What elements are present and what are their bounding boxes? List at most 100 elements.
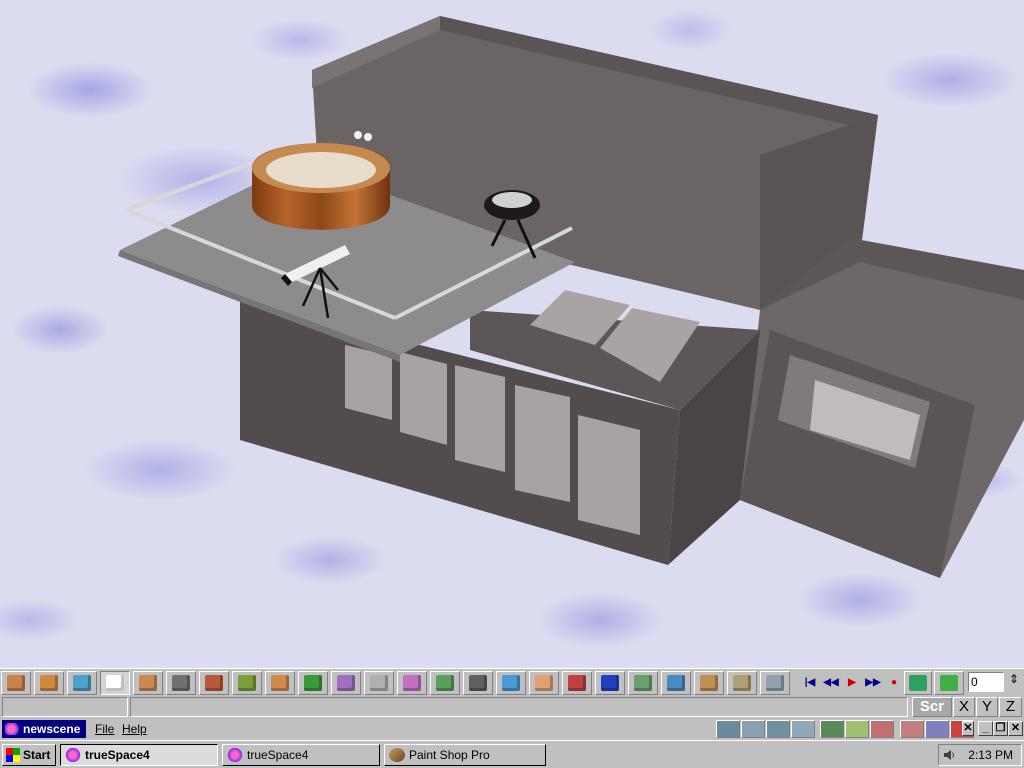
frame-number-input[interactable] <box>968 672 1004 692</box>
frame-spinner-icon[interactable]: ⇕ <box>1006 672 1022 692</box>
figure-icon <box>535 675 553 691</box>
cube-stack-button[interactable] <box>430 671 460 695</box>
scene-title: newscene <box>2 720 86 738</box>
spline-button[interactable] <box>364 671 394 695</box>
taskbar-item-truespace4-main[interactable]: trueSpace4 <box>60 744 218 766</box>
rewind-start-icon[interactable]: |◀ <box>800 673 820 693</box>
panel-b-icon[interactable] <box>925 720 949 738</box>
scene-button[interactable] <box>760 671 790 695</box>
loop-button[interactable] <box>934 671 964 695</box>
panel-a-icon[interactable] <box>900 720 924 738</box>
view-eye-icon[interactable] <box>716 720 740 738</box>
taskbar: Start trueSpace4 trueSpace4 Paint Shop P… <box>0 740 1024 768</box>
loop-icon <box>940 675 958 691</box>
close-x-icon[interactable]: ✕ <box>962 721 974 736</box>
grid-panel-icon <box>469 675 487 691</box>
play-icon[interactable]: ▶ <box>842 673 862 693</box>
view-render-icon[interactable] <box>870 720 894 738</box>
minimize-button[interactable]: _ <box>978 721 993 736</box>
scene-render <box>118 16 1024 578</box>
menu-file[interactable]: File <box>95 722 114 736</box>
restore-button[interactable]: ❐ <box>993 721 1008 736</box>
object-move-icon <box>139 675 157 691</box>
scene-name: newscene <box>23 722 81 736</box>
scr-axis-button[interactable]: Scr <box>912 697 952 717</box>
object-cube-button[interactable] <box>34 671 64 695</box>
paint-button[interactable] <box>67 671 97 695</box>
view-perspective-icon[interactable] <box>820 720 844 738</box>
paint-icon <box>73 675 91 691</box>
close-button[interactable]: ✕ <box>1008 721 1023 736</box>
rewind-icon[interactable]: ◀◀ <box>821 673 841 693</box>
fast-forward-icon[interactable]: ▶▶ <box>863 673 883 693</box>
key-frame-button[interactable] <box>904 671 932 695</box>
menu-help-label: Help <box>122 722 147 736</box>
truespace-logo-icon <box>5 723 21 735</box>
eye-move-icon <box>7 675 25 691</box>
sphere-button[interactable] <box>265 671 295 695</box>
y-axis-button[interactable]: Y <box>976 697 998 717</box>
select-arrow-button[interactable] <box>100 671 130 695</box>
key-frame-icon <box>909 675 927 691</box>
eye-move-button[interactable] <box>1 671 31 695</box>
render-landscape-button[interactable] <box>628 671 658 695</box>
task-label: Paint Shop Pro <box>409 748 490 762</box>
status-bar: Scr X Y Z <box>0 696 1024 718</box>
primitive-plane-button[interactable] <box>232 671 262 695</box>
speaker-icon[interactable] <box>943 749 955 761</box>
grid-icon <box>601 675 619 691</box>
view-pan-icon[interactable] <box>791 720 815 738</box>
grid-button[interactable] <box>595 671 625 695</box>
render-3d-button[interactable] <box>661 671 691 695</box>
view-zoom-icon[interactable] <box>741 720 765 738</box>
deform-button[interactable] <box>331 671 361 695</box>
primitive-plane-icon <box>238 675 256 691</box>
scene-icon <box>766 675 784 691</box>
paint-shop-pro-icon <box>389 748 405 762</box>
sphere-icon <box>271 675 289 691</box>
clock: 2:13 PM <box>968 748 1013 762</box>
system-tray: 2:13 PM <box>938 744 1022 766</box>
figure-button[interactable] <box>529 671 559 695</box>
status-field-main <box>130 697 908 717</box>
light-button[interactable] <box>694 671 724 695</box>
3d-viewport[interactable] <box>0 0 1024 668</box>
render-3d-icon <box>667 675 685 691</box>
object-move-button[interactable] <box>133 671 163 695</box>
funnel-button[interactable] <box>397 671 427 695</box>
object-cube-icon <box>40 675 58 691</box>
cube-stack-icon <box>436 675 454 691</box>
main-toolbar: |◀◀◀▶▶▶●⇕ <box>0 668 1024 696</box>
material-cube-icon <box>205 675 223 691</box>
house-model <box>118 16 1024 578</box>
render-landscape-icon <box>634 675 652 691</box>
down-arrow-icon <box>172 675 190 691</box>
truespace-logo-icon <box>227 748 243 762</box>
view-map-icon[interactable] <box>845 720 869 738</box>
view-rotate-icon[interactable] <box>766 720 790 738</box>
z-axis-button[interactable]: Z <box>999 697 1022 717</box>
windows-logo-icon <box>6 748 20 762</box>
taskbar-item-paint-shop-pro[interactable]: Paint Shop Pro <box>384 744 546 766</box>
taskbar-item-truespace4[interactable]: trueSpace4 <box>222 744 380 766</box>
blue-cube-button[interactable] <box>496 671 526 695</box>
grid-panel-button[interactable] <box>463 671 493 695</box>
task-label: trueSpace4 <box>247 748 309 762</box>
blue-cube-icon <box>502 675 520 691</box>
boolean-button[interactable] <box>298 671 328 695</box>
material-cube-button[interactable] <box>199 671 229 695</box>
spline-icon <box>370 675 388 691</box>
down-arrow-button[interactable] <box>166 671 196 695</box>
camera-icon <box>733 675 751 691</box>
start-label: Start <box>23 748 51 762</box>
axes-icon <box>568 675 586 691</box>
x-axis-button[interactable]: X <box>953 697 975 717</box>
menu-file-label: File <box>95 722 115 736</box>
camera-button[interactable] <box>727 671 757 695</box>
menu-help[interactable]: Help <box>122 722 147 736</box>
status-field-left <box>2 697 128 717</box>
record-icon[interactable]: ● <box>884 673 904 693</box>
boolean-icon <box>304 675 322 691</box>
start-button[interactable]: Start <box>2 744 56 766</box>
axes-button[interactable] <box>562 671 592 695</box>
